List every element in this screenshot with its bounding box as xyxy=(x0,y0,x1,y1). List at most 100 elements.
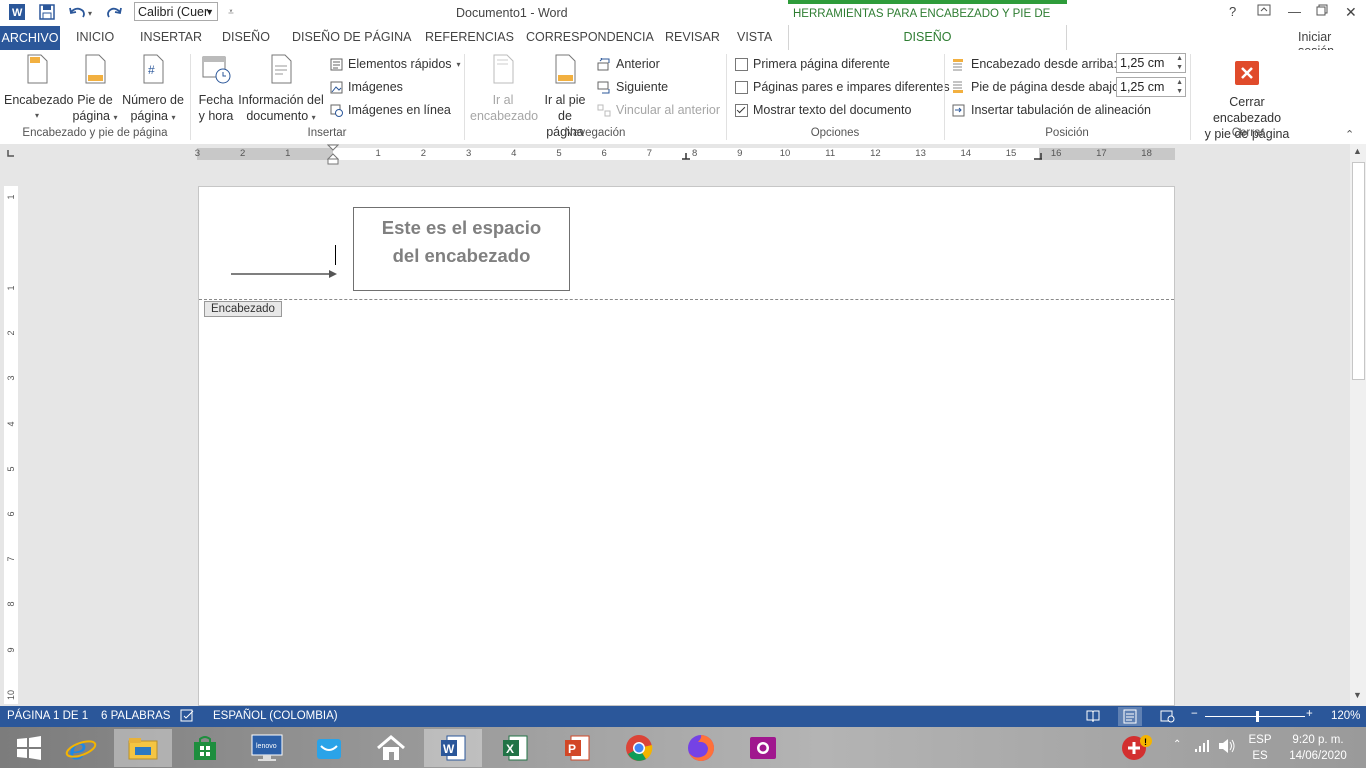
language-status[interactable]: ESPAÑOL (COLOMBIA) xyxy=(213,710,338,722)
input-language[interactable]: ESP ES xyxy=(1244,732,1276,764)
ruler-number: 1 xyxy=(375,148,381,159)
save-icon[interactable] xyxy=(36,2,58,22)
tab-stop-center-icon[interactable] xyxy=(681,152,691,160)
home-icon[interactable] xyxy=(362,729,420,767)
ruler-number: 8 xyxy=(6,601,16,607)
footer-distance-spinner[interactable]: 1,25 cm ▲ ▼ xyxy=(1116,77,1186,97)
zoom-in-button[interactable]: + xyxy=(1306,708,1313,720)
tab-insertar[interactable]: INSERTAR xyxy=(140,30,202,44)
checkbox-box[interactable] xyxy=(735,80,748,94)
store-icon[interactable] xyxy=(176,729,234,767)
zoom-out-button[interactable]: − xyxy=(1191,708,1198,720)
camera-app-icon[interactable] xyxy=(734,729,792,767)
redo-icon[interactable] xyxy=(104,2,126,22)
page-count[interactable]: PÁGINA 1 DE 1 xyxy=(7,710,88,722)
footer-page-icon xyxy=(85,54,106,84)
page-number-icon: # xyxy=(143,54,164,84)
scroll-up-icon[interactable]: ▲ xyxy=(1353,146,1362,156)
encabezado-button[interactable]: Encabezado ▾ xyxy=(4,54,74,124)
imagenes-en-linea-button[interactable]: Imágenes en línea xyxy=(330,103,451,117)
checkbox-box[interactable] xyxy=(735,103,748,117)
zoom-slider[interactable] xyxy=(1205,711,1305,722)
pie-de-pagina-button[interactable]: Pie de página ▾ xyxy=(72,54,118,126)
informacion-documento-button[interactable]: Información del documento ▾ xyxy=(238,54,324,126)
mostrar-texto-checkbox[interactable]: Mostrar texto del documento xyxy=(735,103,911,117)
help-button[interactable]: ? xyxy=(1229,4,1236,19)
tab-diseno-contextual[interactable]: DISEÑO xyxy=(788,25,1067,51)
windows-start-icon[interactable] xyxy=(0,729,58,767)
collapse-ribbon-icon[interactable]: ⌃ xyxy=(1345,128,1354,141)
ribbon-display-icon[interactable] xyxy=(1257,4,1271,19)
restore-icon[interactable] xyxy=(1316,4,1328,19)
anterior-button[interactable]: Anterior xyxy=(597,57,660,71)
header-text-box[interactable]: Este es el espacio del encabezado xyxy=(353,207,570,291)
elementos-rapidos-button[interactable]: Elementos rápidos ▾ xyxy=(330,57,461,71)
checkbox-box[interactable] xyxy=(735,57,748,71)
group-label-opciones: Opciones xyxy=(810,127,860,139)
chevron-down-icon: ▾ xyxy=(113,113,118,122)
imagenes-button[interactable]: Imágenes xyxy=(330,80,403,94)
show-hidden-icons[interactable]: ⌃ xyxy=(1173,739,1181,750)
indent-marker-icon[interactable] xyxy=(327,144,339,166)
siguiente-label: Siguiente xyxy=(616,80,669,94)
word-count[interactable]: 6 PALABRAS xyxy=(101,710,170,722)
siguiente-button[interactable]: Siguiente xyxy=(597,80,668,94)
header-distance-spinner[interactable]: 1,25 cm ▲ ▼ xyxy=(1116,53,1186,73)
zoom-level[interactable]: 120% xyxy=(1331,710,1360,722)
chrome-icon[interactable] xyxy=(610,729,668,767)
proofing-icon[interactable] xyxy=(180,709,195,726)
clock[interactable]: 9:20 p. m. 14/06/2020 xyxy=(1282,732,1354,764)
tab-correspondencia[interactable]: CORRESPONDENCIA xyxy=(526,30,654,44)
tab-inicio[interactable]: INICIO xyxy=(76,30,114,44)
tab-vista[interactable]: VISTA xyxy=(737,30,772,44)
read-mode-icon[interactable] xyxy=(1086,709,1101,726)
undo-icon[interactable]: ▾ xyxy=(66,2,96,22)
vincular-al-anterior-button[interactable]: Vincular al anterior xyxy=(597,103,720,117)
tab-referencias[interactable]: REFERENCIAS xyxy=(425,30,514,44)
spinner-arrows-icon[interactable]: ▲ ▼ xyxy=(1176,54,1183,72)
tab-selector-icon[interactable] xyxy=(5,148,16,159)
tab-diseno-de-pagina[interactable]: DISEÑO DE PÁGINA xyxy=(292,30,411,44)
network-icon[interactable] xyxy=(1194,739,1210,756)
scrollbar-thumb[interactable] xyxy=(1352,162,1365,380)
insertar-tabulacion-button[interactable]: Insertar tabulación de alineación xyxy=(952,103,1151,117)
customize-toolbar-icon[interactable]: ⩡ xyxy=(224,2,238,22)
numero-label-2: página xyxy=(130,109,169,123)
vertical-ruler[interactable]: 1 1 2 3 4 5 6 7 8 9 10 xyxy=(4,186,18,704)
close-icon[interactable]: ✕ xyxy=(1345,4,1357,21)
print-layout-icon[interactable] xyxy=(1118,707,1142,726)
spinner-arrows-icon[interactable]: ▲ ▼ xyxy=(1176,78,1183,96)
document-page[interactable]: Este es el espacio del encabezado Encabe… xyxy=(198,186,1175,706)
tab-diseno[interactable]: DISEÑO xyxy=(222,30,270,44)
zoom-slider-thumb[interactable] xyxy=(1256,711,1259,722)
internet-explorer-icon[interactable]: e xyxy=(52,729,110,767)
font-name-select[interactable]: Calibri (Cuer ▼ xyxy=(134,2,218,21)
status-bar: PÁGINA 1 DE 1 6 PALABRAS ESPAÑOL (COLOMB… xyxy=(0,706,1366,727)
mail-icon[interactable] xyxy=(300,729,358,767)
excel-icon[interactable]: X xyxy=(486,729,544,767)
minimize-icon[interactable]: — xyxy=(1288,4,1301,19)
lenovo-monitor-icon[interactable]: lenovo xyxy=(238,729,296,767)
ir-al-encabezado-button[interactable]: Ir al encabezado xyxy=(470,54,538,124)
firefox-icon[interactable] xyxy=(672,729,730,767)
vertical-scrollbar[interactable]: ▲ ▼ xyxy=(1350,144,1366,706)
primera-pagina-checkbox[interactable]: Primera página diferente xyxy=(735,57,890,71)
word-app-icon[interactable]: W xyxy=(6,2,28,22)
fecha-y-hora-button[interactable]: Fecha y hora xyxy=(196,54,236,124)
web-layout-icon[interactable] xyxy=(1160,709,1175,726)
cerrar-label-1: Cerrar encabezado xyxy=(1212,95,1282,125)
pares-impares-checkbox[interactable]: Páginas pares e impares diferentes xyxy=(735,80,950,94)
security-alert-icon[interactable]: ! xyxy=(1120,733,1154,766)
header-tag: Encabezado xyxy=(204,301,282,317)
numero-de-pagina-button[interactable]: # Número de página ▾ xyxy=(120,54,186,126)
file-explorer-icon[interactable] xyxy=(114,729,172,767)
powerpoint-icon[interactable]: P xyxy=(548,729,606,767)
tab-archivo[interactable]: ARCHIVO xyxy=(0,26,60,50)
volume-icon[interactable] xyxy=(1218,738,1236,757)
word-taskbar-icon[interactable]: W xyxy=(424,729,482,767)
tab-revisar[interactable]: REVISAR xyxy=(665,30,720,44)
tab-stop-right-icon[interactable] xyxy=(1033,152,1043,160)
mostrar-label: Mostrar texto del documento xyxy=(753,103,912,117)
calendar-clock-icon xyxy=(202,56,231,84)
scroll-down-icon[interactable]: ▼ xyxy=(1353,690,1362,700)
